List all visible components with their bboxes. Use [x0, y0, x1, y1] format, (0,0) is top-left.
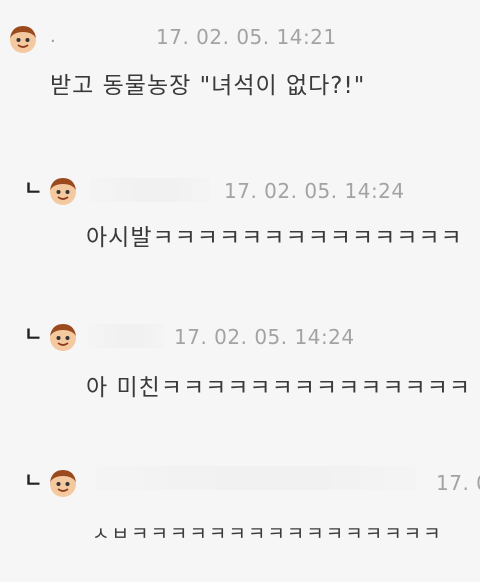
comment-text: ㅅㅂㅋㅋㅋㅋㅋㅋㅋㅋㅋㅋㅋㅋㅋㅋㅋㅋ: [92, 523, 443, 545]
nickname-dot: .: [50, 26, 56, 47]
comment-text: 아시발ㅋㅋㅋㅋㅋㅋㅋㅋㅋㅋㅋㅋㅋㅋ: [86, 225, 463, 251]
comment-timestamp: 17. 02. 05. 14:24: [174, 325, 355, 349]
reply-comment-item: ㄴ 17. 0 ㅅㅂㅋㅋㅋㅋㅋㅋㅋㅋㅋㅋㅋㅋㅋㅋㅋㅋ: [0, 450, 480, 582]
reply-arrow-icon: ㄴ: [24, 176, 43, 200]
comment-item: . 17. 02. 05. 14:21 받고 동물농장 "녀석이 없다?!": [0, 0, 480, 130]
nickname-blurred: [96, 466, 416, 490]
avatar-icon[interactable]: [48, 322, 78, 352]
comment-timestamp: 17. 0: [436, 471, 480, 495]
reply-comment-item: ㄴ 17. 02. 05. 14:24 아시발ㅋㅋㅋㅋㅋㅋㅋㅋㅋㅋㅋㅋㅋㅋ: [0, 160, 480, 280]
comment-thread: . 17. 02. 05. 14:21 받고 동물농장 "녀석이 없다?!" ㄴ…: [0, 0, 480, 582]
nickname-blurred: [88, 324, 164, 348]
comment-text: 아 미친ㅋㅋㅋㅋㅋㅋㅋㅋㅋㅋㅋㅋㅋㅋ: [86, 375, 472, 401]
nickname-blurred: [90, 178, 210, 202]
avatar-icon[interactable]: [48, 468, 78, 498]
reply-arrow-icon: ㄴ: [24, 322, 43, 346]
reply-arrow-icon: ㄴ: [24, 468, 43, 492]
reply-comment-item: ㄴ 17. 02. 05. 14:24 아 미친ㅋㅋㅋㅋㅋㅋㅋㅋㅋㅋㅋㅋㅋㅋ: [0, 306, 480, 426]
comment-timestamp: 17. 02. 05. 14:24: [224, 179, 405, 203]
avatar-icon[interactable]: [48, 176, 78, 206]
comment-timestamp: 17. 02. 05. 14:21: [156, 25, 337, 49]
comment-text: 받고 동물농장 "녀석이 없다?!": [50, 73, 366, 99]
avatar-icon[interactable]: [8, 24, 38, 54]
